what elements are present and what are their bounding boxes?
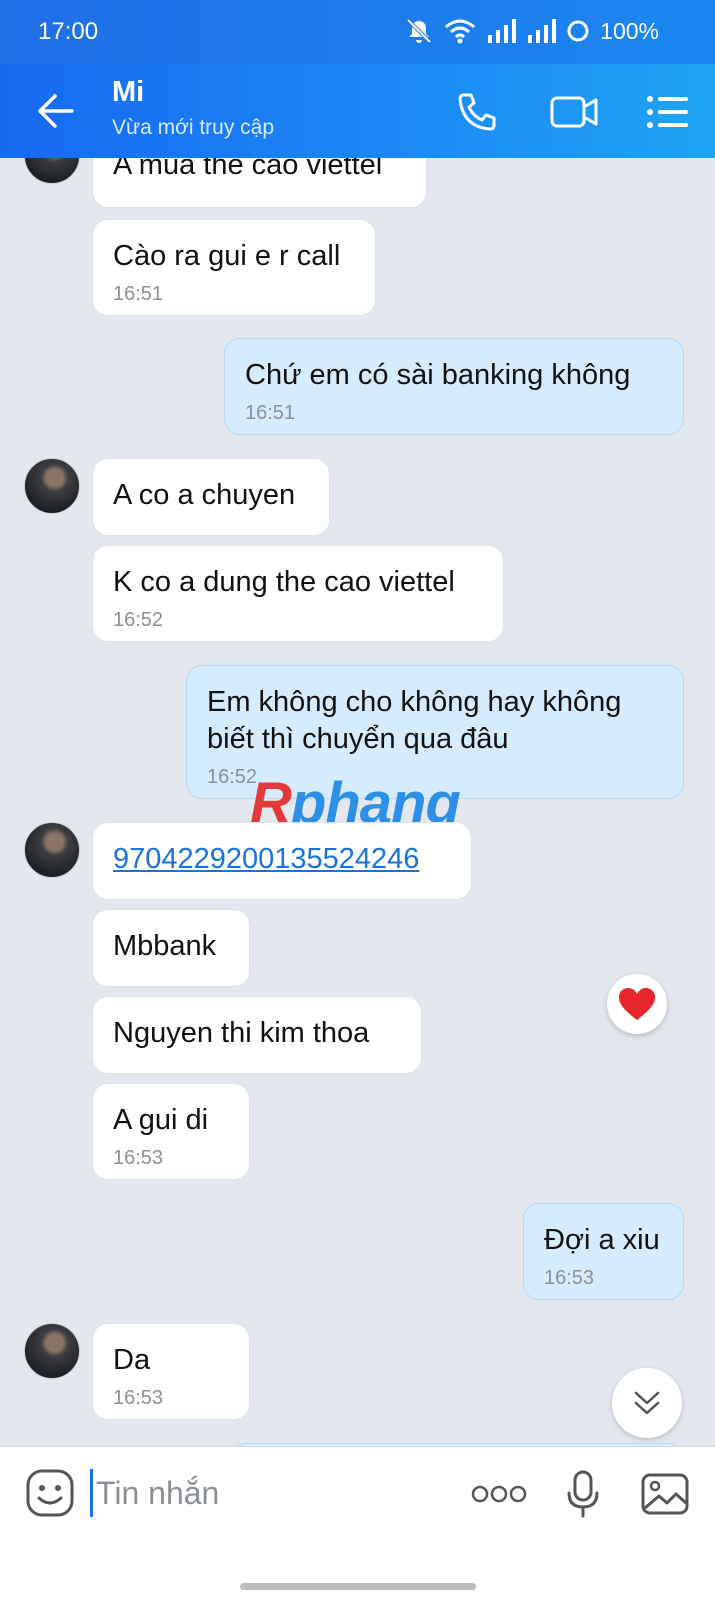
- double-chevron-down-icon: [634, 1391, 660, 1415]
- gallery-button[interactable]: [638, 1467, 692, 1521]
- signal-icon-2: [528, 19, 557, 43]
- message-bubble[interactable]: A gui di 16:53: [92, 1083, 250, 1180]
- microphone-icon: [567, 1470, 599, 1518]
- message-input[interactable]: [96, 1469, 436, 1517]
- message-text: Da: [113, 1344, 151, 1376]
- message-time: 16:53: [113, 1147, 164, 1169]
- voice-message-button[interactable]: [556, 1467, 610, 1521]
- chat-header: Mi Vừa mới truy cập: [0, 64, 715, 158]
- message-bubble[interactable]: A co a chuyen: [92, 458, 330, 536]
- mute-icon: [406, 18, 432, 44]
- message-bubble[interactable]: Da 16:53: [92, 1323, 250, 1420]
- voice-call-button[interactable]: [449, 84, 505, 140]
- message-text: Mbbank: [113, 930, 217, 962]
- video-camera-icon: [550, 96, 598, 128]
- message-time: 16:53: [544, 1267, 595, 1289]
- wifi-icon: [445, 19, 476, 44]
- message-text: Em không cho không hay không biết thì ch…: [207, 686, 622, 755]
- avatar[interactable]: [24, 158, 80, 184]
- avatar[interactable]: [24, 458, 80, 514]
- emoji-button[interactable]: [24, 1467, 76, 1519]
- list-menu-icon: [647, 96, 688, 128]
- phone-icon: [458, 93, 496, 131]
- battery-saver-icon: [567, 20, 589, 42]
- message-bubble[interactable]: Cào ra gui e r call 16:51: [92, 219, 376, 316]
- avatar[interactable]: [24, 822, 80, 878]
- message-text: Chứ em có sài banking không: [245, 359, 631, 391]
- more-dots-icon: [471, 1485, 527, 1503]
- message-bubble[interactable]: Chứ em có sài banking không 16:51: [224, 338, 684, 435]
- arrow-left-icon: [38, 94, 74, 128]
- back-button[interactable]: [30, 86, 80, 136]
- message-text: A mua the cao viettel: [113, 158, 383, 181]
- message-time: 16:53: [113, 1387, 164, 1409]
- message-composer: [0, 1446, 715, 1601]
- scroll-to-bottom-button[interactable]: [612, 1368, 682, 1438]
- heart-reaction[interactable]: [607, 974, 667, 1034]
- message-text: A co a chuyen: [113, 479, 296, 511]
- signal-icon: [488, 19, 517, 43]
- avatar[interactable]: [24, 1323, 80, 1379]
- status-icons: 100%: [404, 16, 659, 46]
- message-time: 16:52: [113, 609, 164, 631]
- battery-percent: 100%: [600, 17, 659, 44]
- text-cursor: [90, 1469, 93, 1517]
- message-bubble[interactable]: A mua the cao viettel: [92, 158, 427, 208]
- menu-button[interactable]: [640, 84, 696, 140]
- message-time: 16:51: [113, 283, 164, 305]
- message-list[interactable]: A mua the cao viettel Cào ra gui e r cal…: [0, 158, 715, 1446]
- account-number-link[interactable]: 9704229200135524246: [113, 843, 419, 875]
- message-text: Nguyen thi kim thoa: [113, 1017, 370, 1049]
- message-bubble[interactable]: Nguyen thi kim thoa: [92, 996, 422, 1074]
- status-time: 17:00: [38, 18, 99, 45]
- sticker-emoji-icon: [26, 1469, 74, 1517]
- message-text: Đợi a xiu: [544, 1224, 660, 1256]
- message-bubble[interactable]: K co a dung the cao viettel 16:52: [92, 545, 504, 642]
- message-text: A gui di: [113, 1104, 209, 1136]
- message-bubble[interactable]: 9704229200135524246: [92, 822, 472, 900]
- message-text: Cào ra gui e r call: [113, 240, 341, 272]
- home-indicator[interactable]: [240, 1583, 476, 1590]
- heart-icon: [619, 988, 655, 1020]
- more-options-button[interactable]: [470, 1467, 528, 1521]
- message-bubble[interactable]: Mbbank: [92, 909, 250, 987]
- contact-name[interactable]: Mi: [112, 76, 144, 109]
- video-call-button[interactable]: [546, 84, 602, 140]
- status-bar: 17:00 100%: [0, 0, 715, 64]
- message-text: K co a dung the cao viettel: [113, 566, 455, 598]
- image-icon: [641, 1473, 689, 1515]
- contact-status: Vừa mới truy cập: [112, 116, 275, 139]
- message-time: 16:51: [245, 402, 296, 424]
- message-bubble[interactable]: Đợi a xiu 16:53: [523, 1203, 684, 1300]
